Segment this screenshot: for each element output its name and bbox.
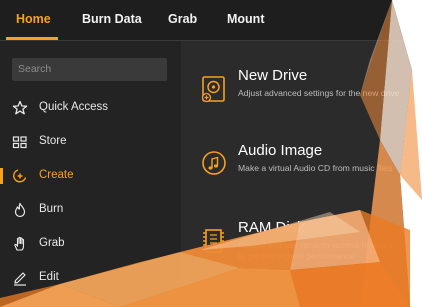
search-input[interactable]: Search (12, 58, 167, 81)
sidebar-item-quick-access[interactable]: Quick Access (0, 93, 181, 123)
new-drive-icon (201, 76, 225, 103)
sidebar-item-label: Quick Access (39, 101, 109, 113)
sidebar-item-burn[interactable]: Burn (0, 195, 181, 225)
main-content: New Drive Adjust advanced settings for t… (181, 41, 420, 307)
feature-title: New Drive (238, 67, 308, 84)
active-item-marker (0, 168, 3, 184)
sidebar-item-label: Edit (39, 271, 59, 283)
star-icon (12, 100, 28, 115)
active-menu-indicator (6, 37, 58, 40)
sidebar-item-label: Create (39, 169, 74, 181)
grid-icon (12, 136, 27, 149)
audio-image-icon (202, 151, 226, 175)
feature-title: Audio Image (238, 142, 323, 159)
menu-home[interactable]: Home (16, 12, 51, 26)
hand-icon (14, 236, 25, 251)
screenshot-stage: Home Burn Data Grab Mount Search Quick A… (0, 0, 422, 307)
sidebar: Search Quick Access Store Create Burn Gr… (0, 41, 181, 307)
feature-ram-disk[interactable]: RAM Disk Format and use random-access me… (201, 219, 420, 286)
menu-mount[interactable]: Mount (227, 12, 264, 26)
feature-description: Adjust advanced settings for the new dri… (238, 88, 400, 98)
top-menu-bar: Home Burn Data Grab Mount (0, 0, 420, 41)
sidebar-item-label: Grab (39, 237, 65, 249)
sidebar-item-label: Store (39, 135, 67, 147)
menu-burn-data[interactable]: Burn Data (82, 12, 142, 26)
flame-icon (14, 202, 26, 218)
feature-description-line-2: to get the highest performance (238, 251, 355, 261)
sidebar-item-label: Burn (39, 203, 64, 215)
menu-grab[interactable]: Grab (168, 12, 197, 26)
feature-title: RAM Disk (238, 219, 305, 236)
feature-audio-image[interactable]: Audio Image Make a virtual Audio CD from… (201, 142, 420, 209)
edit-icon (14, 272, 26, 286)
feature-description: Format and use random-access memory (238, 240, 393, 250)
app-window: Home Burn Data Grab Mount Search Quick A… (0, 0, 420, 307)
sidebar-item-store[interactable]: Store (0, 127, 181, 157)
ram-disk-icon (203, 229, 224, 253)
sidebar-item-edit[interactable]: Edit (0, 263, 181, 293)
sidebar-item-grab[interactable]: Grab (0, 229, 181, 259)
create-icon (13, 169, 27, 183)
feature-new-drive[interactable]: New Drive Adjust advanced settings for t… (201, 67, 420, 134)
feature-description: Make a virtual Audio CD from music files (238, 163, 393, 173)
sidebar-item-create[interactable]: Create (0, 161, 181, 191)
